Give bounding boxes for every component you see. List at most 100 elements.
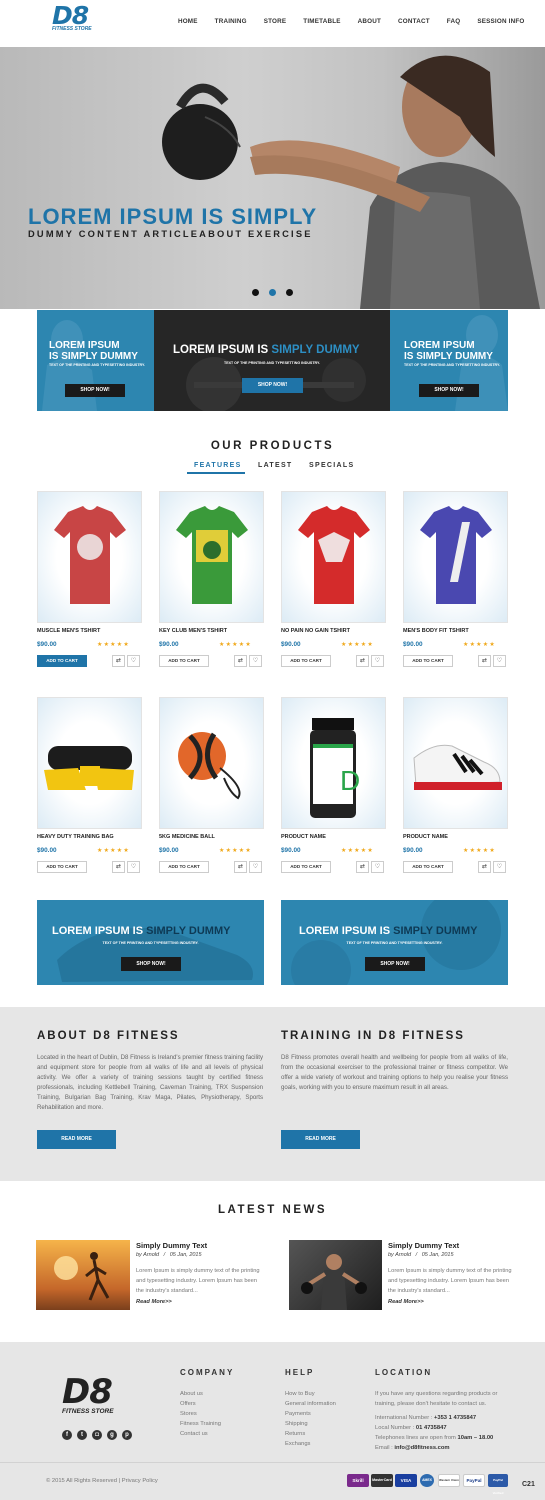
paypal-icon: PayPal [463,1474,485,1487]
product-name[interactable]: MEN'S BODY FIT TSHIRT [403,628,469,634]
rating-stars: ★★★★★ [97,642,130,648]
product-card-image[interactable] [159,491,264,623]
wishlist-heart-icon[interactable]: ♡ [127,655,140,667]
compare-icon[interactable]: ⇄ [112,655,125,667]
footer-link[interactable]: Exchangs [285,1439,310,1449]
nav-faq[interactable]: FAQ [438,18,469,25]
tshirt-image [298,506,370,604]
wishlist-heart-icon[interactable]: ♡ [249,655,262,667]
footer-link[interactable]: Offers [180,1399,196,1409]
news-image[interactable] [36,1240,130,1310]
footer-link[interactable]: Contact us [180,1429,208,1439]
product-card-image[interactable] [403,697,508,829]
product-name[interactable]: 5KG MEDICINE BALL [159,834,215,840]
shop-now-button[interactable]: SHOP NOW! [121,957,181,971]
compare-icon[interactable]: ⇄ [112,861,125,873]
slider-dot-2[interactable] [269,289,276,296]
product-card-image[interactable] [403,491,508,623]
add-to-cart-button[interactable]: ADD TO CART [281,861,331,873]
news-item-title[interactable]: Simply Dummy Text [388,1241,459,1250]
product-name[interactable]: PRODUCT NAME [281,834,326,840]
add-to-cart-button[interactable]: ADD TO CART [37,861,87,873]
add-to-cart-button[interactable]: ADD TO CART [37,655,87,667]
googleplus-icon[interactable]: g [107,1430,117,1440]
footer-link[interactable]: About us [180,1389,203,1399]
footer-link[interactable]: Shipping [285,1419,308,1429]
promo-left[interactable]: LOREM IPSUM IS SIMPLY DUMMY TEXT OF THE … [37,310,154,411]
shop-now-button[interactable]: SHOP NOW! [242,378,303,393]
add-to-cart-button[interactable]: ADD TO CART [159,861,209,873]
product-card-image[interactable] [37,697,142,829]
tab-features[interactable]: FEATURES [194,462,242,469]
facebook-icon[interactable]: f [62,1430,72,1440]
footer-link[interactable]: General information [285,1399,336,1409]
footer-link[interactable]: Fitness Training [180,1419,221,1429]
logo[interactable]: D8 FITNESS STORE [52,3,92,32]
compare-icon[interactable]: ⇄ [234,655,247,667]
product-name[interactable]: MUSCLE MEN'S TSHIRT [37,628,100,634]
wishlist-heart-icon[interactable]: ♡ [127,861,140,873]
tab-latest[interactable]: LATEST [258,462,293,469]
tshirt-image [176,506,248,604]
product-name[interactable]: PRODUCT NAME [403,834,448,840]
training-read-more-button[interactable]: READ MORE [281,1130,360,1149]
tab-specials[interactable]: SPECIALS [309,462,354,469]
wishlist-heart-icon[interactable]: ♡ [493,861,506,873]
add-to-cart-button[interactable]: ADD TO CART [281,655,331,667]
email-link[interactable]: info@d8fitness.com [394,1445,449,1451]
shop-now-button[interactable]: SHOP NOW! [419,384,479,397]
compare-icon[interactable]: ⇄ [234,861,247,873]
nav-session-info[interactable]: SESSION INFO [469,18,533,25]
compare-icon[interactable]: ⇄ [356,861,369,873]
compare-icon[interactable]: ⇄ [478,861,491,873]
add-to-cart-button[interactable]: ADD TO CART [159,655,209,667]
add-to-cart-button[interactable]: ADD TO CART [403,861,453,873]
pinterest-icon[interactable]: p [122,1430,132,1440]
shop-now-button[interactable]: SHOP NOW! [365,957,425,971]
site-header: D8 FITNESS STORE HOME TRAINING STORE TIM… [0,0,545,47]
banner-right[interactable]: LOREM IPSUM IS SIMPLY DUMMY TEXT OF THE … [281,900,508,985]
product-card-image[interactable]: D [281,697,386,829]
footer-logo[interactable]: D8 FITNESS STORE [62,1375,114,1415]
product-name[interactable]: KEY CLUB MEN'S TSHIRT [159,628,227,634]
product-card-image[interactable] [37,491,142,623]
footer-link[interactable]: Payments [285,1409,311,1419]
wishlist-heart-icon[interactable]: ♡ [249,861,262,873]
wishlist-heart-icon[interactable]: ♡ [493,655,506,667]
wishlist-heart-icon[interactable]: ♡ [371,655,384,667]
about-read-more-button[interactable]: READ MORE [37,1130,116,1149]
compare-icon[interactable]: ⇄ [478,655,491,667]
nav-training[interactable]: TRAINING [206,18,255,25]
product-card-image[interactable] [281,491,386,623]
active-tab-underline [187,472,245,474]
read-more-link[interactable]: Read More>> [388,1299,424,1305]
news-image[interactable] [289,1240,382,1310]
wishlist-heart-icon[interactable]: ♡ [371,861,384,873]
slider-dot-3[interactable] [286,289,293,296]
add-to-cart-button[interactable]: ADD TO CART [403,655,453,667]
medicine-ball-image [178,732,241,800]
nav-about[interactable]: ABOUT [349,18,389,25]
nav-store[interactable]: STORE [255,18,295,25]
product-card-image[interactable] [159,697,264,829]
product-name[interactable]: HEAVY DUTY TRAINING BAG [37,834,114,840]
news-item-title[interactable]: Simply Dummy Text [136,1241,207,1250]
shop-now-button[interactable]: SHOP NOW! [65,384,125,397]
footer-link[interactable]: How to Buy [285,1389,315,1399]
product-name[interactable]: NO PAIN NO GAIN TSHIRT [281,628,350,634]
nav-home[interactable]: HOME [169,18,206,25]
rating-stars: ★★★★★ [219,848,252,854]
slider-dot-1[interactable] [252,289,259,296]
corner-label: C21 [522,1481,535,1488]
promo-center[interactable]: LOREM IPSUM IS SIMPLY DUMMY TEXT OF THE … [154,310,390,411]
banner-left[interactable]: LOREM IPSUM IS SIMPLY DUMMY TEXT OF THE … [37,900,264,985]
read-more-link[interactable]: Read More>> [136,1299,172,1305]
footer-link[interactable]: Stores [180,1409,197,1419]
footer-link[interactable]: Returns [285,1429,305,1439]
compare-icon[interactable]: ⇄ [356,655,369,667]
nav-timetable[interactable]: TIMETABLE [295,18,349,25]
nav-contact[interactable]: CONTACT [390,18,439,25]
instagram-icon[interactable]: ◘ [92,1430,102,1440]
twitter-icon[interactable]: t [77,1430,87,1440]
promo-right[interactable]: LOREM IPSUM IS SIMPLY DUMMY TEXT OF THE … [390,310,508,411]
